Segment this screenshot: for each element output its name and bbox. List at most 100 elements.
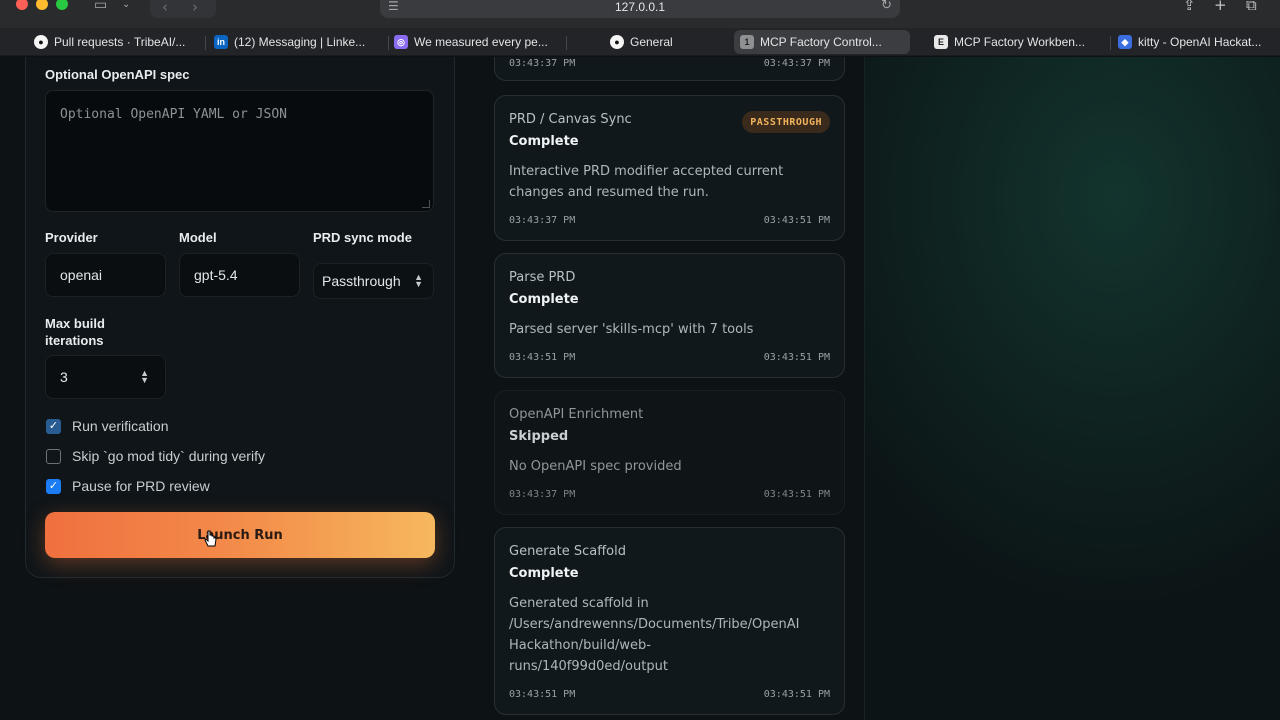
max-iterations-stepper[interactable]: 3 ▲ ▼ xyxy=(45,355,166,399)
skip-go-mod-tidy-label: Skip `go mod tidy` during verify xyxy=(72,448,265,464)
nav-buttons: ‹ › xyxy=(150,0,216,18)
tab-bar: ● Pull requests · TribeAI/... in (12) Me… xyxy=(0,28,1280,56)
column-divider xyxy=(864,57,865,720)
timeline-card-prd-canvas-sync: PRD / Canvas Sync PASSTHROUGH Complete I… xyxy=(494,95,845,241)
tab-label: General xyxy=(630,35,673,49)
model-input[interactable]: gpt-5.4 xyxy=(179,253,300,297)
zoom-window-button[interactable] xyxy=(56,0,68,10)
card-message-line: Hackathon/build/web- xyxy=(509,638,651,653)
card-message: Generated scaffold in /Users/andrewenns/… xyxy=(509,593,829,677)
prd-sync-value: Passthrough xyxy=(322,273,401,289)
sidebar-icon[interactable]: ▭ xyxy=(94,0,107,12)
max-iterations-label-line1: Max build xyxy=(45,316,105,331)
card-status: Skipped xyxy=(509,429,569,444)
browser-titlebar: ▭ ⌄ ‹ › ☰ 127.0.0.1 ↻ ⇪ + ⧉ xyxy=(0,0,1280,28)
minimize-window-button[interactable] xyxy=(36,0,48,10)
card-stage: OpenAPI Enrichment xyxy=(509,407,644,422)
chat-icon: ◎ xyxy=(394,35,408,49)
timeline-card-openapi-enrichment: OpenAPI Enrichment Skipped No OpenAPI sp… xyxy=(494,390,845,515)
close-window-button[interactable] xyxy=(16,0,28,10)
card-status: Complete xyxy=(509,134,579,149)
openapi-label: Optional OpenAPI spec xyxy=(45,67,190,82)
card-message-line: No OpenAPI spec provided xyxy=(509,459,682,474)
back-icon[interactable]: ‹ xyxy=(162,0,168,16)
skip-go-mod-tidy-option[interactable]: Skip `go mod tidy` during verify xyxy=(46,448,265,464)
github-icon: ● xyxy=(34,35,48,49)
launch-run-button[interactable]: Launch Run xyxy=(45,512,435,558)
run-verification-label: Run verification xyxy=(72,418,169,434)
tab-label: Pull requests · TribeAI/... xyxy=(54,35,186,49)
stepper-arrows-icon[interactable]: ▲ ▼ xyxy=(140,369,149,385)
tab-general[interactable]: ● General xyxy=(604,30,724,54)
mouse-cursor-icon xyxy=(204,530,217,547)
pause-prd-review-checkbox[interactable]: ✓ xyxy=(46,478,61,494)
timeline-card-generate-scaffold: Generate Scaffold Complete Generated sca… xyxy=(494,527,845,715)
provider-label: Provider xyxy=(45,230,98,245)
tab-label: MCP Factory Control... xyxy=(760,35,882,49)
provider-input[interactable]: openai xyxy=(45,253,166,297)
card-end-time: 03:43:51 PM xyxy=(763,689,830,700)
tab-divider xyxy=(566,36,567,50)
tab-number-icon: 1 xyxy=(740,35,754,49)
tab-label: kitty - OpenAI Hackat... xyxy=(1138,35,1262,49)
pause-prd-review-option[interactable]: ✓ Pause for PRD review xyxy=(46,478,210,494)
tab-divider xyxy=(205,36,206,50)
linkedin-icon: in xyxy=(214,35,228,49)
card-message-line: runs/140f99d0ed/output xyxy=(509,659,668,674)
chevron-down-icon[interactable]: ⌄ xyxy=(122,0,130,12)
max-iterations-label: Max build iterations xyxy=(45,315,105,349)
tab-label: We measured every pe... xyxy=(414,35,548,49)
card-end-time: 03:43:51 PM xyxy=(763,352,830,363)
card-start-time: 03:43:37 PM xyxy=(509,489,576,500)
card-stage: Parse PRD xyxy=(509,270,576,285)
card-stage: Generate Scaffold xyxy=(509,544,626,559)
card-message: No OpenAPI spec provided xyxy=(509,456,829,477)
card-message-line: changes and resumed the run. xyxy=(509,185,709,200)
tab-mcp-factory-workbench[interactable]: E MCP Factory Workben... xyxy=(928,30,1108,54)
card-message-line: /Users/andrewenns/Documents/Tribe/OpenAI xyxy=(509,617,800,632)
card-message-line: Parsed server 'skills-mcp' with 7 tools xyxy=(509,322,754,337)
tab-overview-icon[interactable]: ⧉ xyxy=(1246,0,1257,13)
run-verification-option[interactable]: ✓ Run verification xyxy=(46,418,169,434)
card-end-time: 03:43:37 PM xyxy=(763,58,830,69)
tab-label: (12) Messaging | Linke... xyxy=(234,35,366,49)
new-tab-icon[interactable]: + xyxy=(1214,0,1227,13)
timeline-card-parse-prd: Parse PRD Complete Parsed server 'skills… xyxy=(494,253,845,378)
model-value: gpt-5.4 xyxy=(194,267,238,283)
passthrough-badge: PASSTHROUGH xyxy=(742,111,830,133)
max-iterations-value: 3 xyxy=(60,369,68,385)
tab-measured[interactable]: ◎ We measured every pe... xyxy=(388,30,564,54)
tab-messaging[interactable]: in (12) Messaging | Linke... xyxy=(208,30,386,54)
pause-prd-review-label: Pause for PRD review xyxy=(72,478,210,494)
openapi-placeholder: Optional OpenAPI YAML or JSON xyxy=(60,107,287,122)
resize-handle-icon[interactable] xyxy=(422,200,430,208)
card-start-time: 03:43:37 PM xyxy=(509,58,576,69)
tab-kitty[interactable]: ◆ kitty - OpenAI Hackat... xyxy=(1112,30,1272,54)
prd-sync-select[interactable]: Passthrough ▲ ▼ xyxy=(313,263,434,299)
card-start-time: 03:43:51 PM xyxy=(509,689,576,700)
github-icon: ● xyxy=(610,35,624,49)
card-status: Complete xyxy=(509,566,579,581)
openapi-spec-textarea[interactable]: Optional OpenAPI YAML or JSON xyxy=(45,90,434,212)
skip-go-mod-tidy-checkbox[interactable] xyxy=(46,448,61,464)
card-start-time: 03:43:37 PM xyxy=(509,215,576,226)
select-arrows-icon: ▲ ▼ xyxy=(414,272,423,289)
reload-icon[interactable]: ↻ xyxy=(881,0,892,13)
address-bar[interactable]: ☰ 127.0.0.1 ↻ xyxy=(380,0,900,18)
tab-divider xyxy=(1110,36,1111,50)
card-message-line: Interactive PRD modifier accepted curren… xyxy=(509,164,784,179)
card-stage: PRD / Canvas Sync xyxy=(509,112,632,127)
tab-mcp-factory-control[interactable]: 1 MCP Factory Control... xyxy=(734,30,910,54)
run-verification-checkbox[interactable]: ✓ xyxy=(46,418,61,434)
forward-icon[interactable]: › xyxy=(192,0,198,16)
card-message: Interactive PRD modifier accepted curren… xyxy=(509,161,829,203)
address-text: 127.0.0.1 xyxy=(614,0,666,14)
card-message-line: Generated scaffold in xyxy=(509,596,649,611)
share-icon[interactable]: ⇪ xyxy=(1183,0,1196,13)
card-status: Complete xyxy=(509,292,579,307)
timeline-card-partial: 03:43:37 PM 03:43:37 PM xyxy=(494,57,845,81)
prd-sync-label: PRD sync mode xyxy=(313,230,412,245)
workbench-icon: E xyxy=(934,35,948,49)
tab-pull-requests[interactable]: ● Pull requests · TribeAI/... xyxy=(28,30,204,54)
card-message: Parsed server 'skills-mcp' with 7 tools xyxy=(509,319,829,340)
